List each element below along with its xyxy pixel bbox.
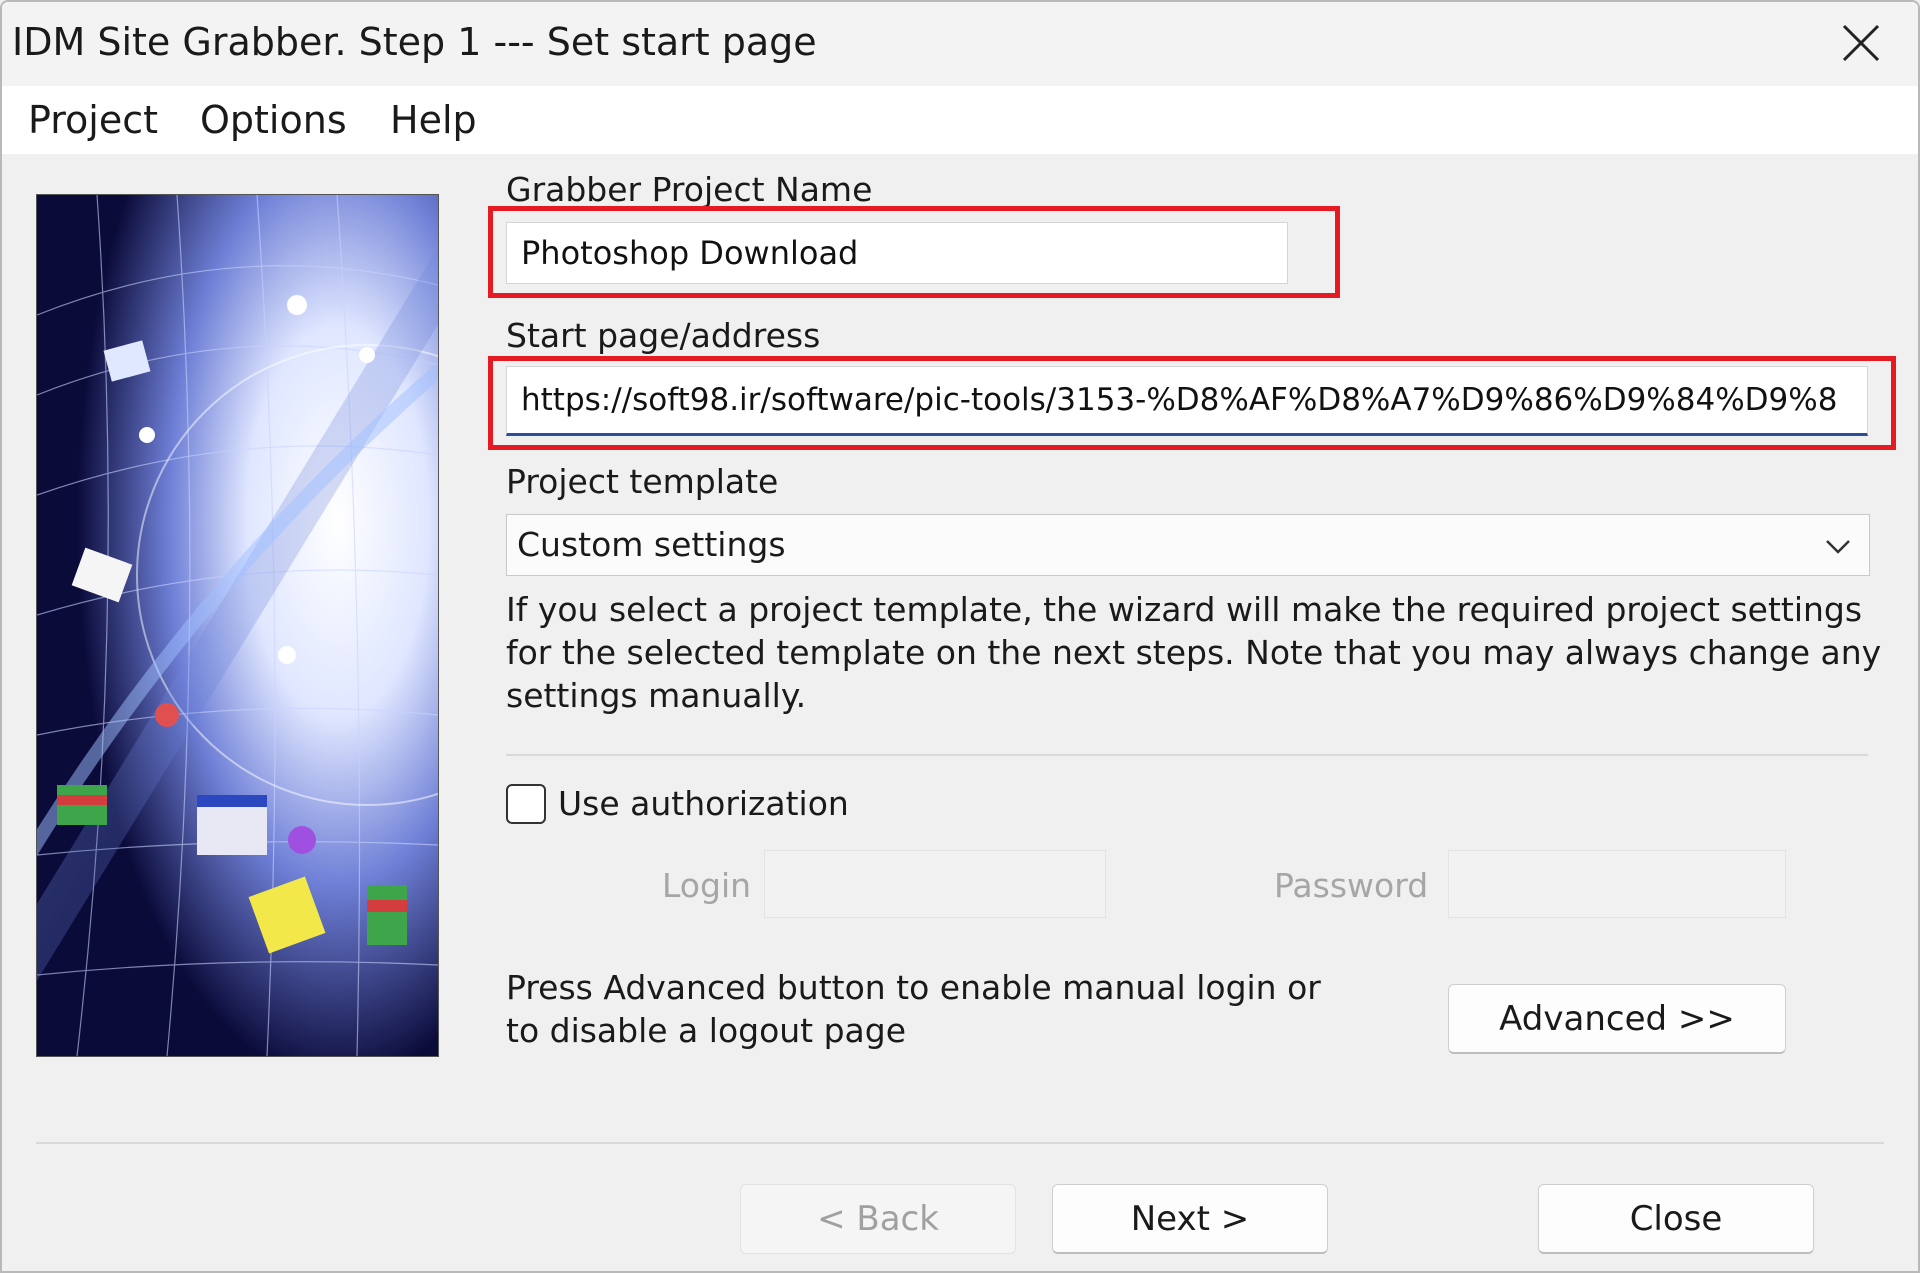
title-bar: IDM Site Grabber. Step 1 --- Set start p… (2, 2, 1918, 86)
chevron-down-icon (1826, 540, 1850, 554)
menu-help[interactable]: Help (390, 98, 477, 142)
divider-auth (506, 754, 1868, 756)
close-button[interactable]: Close (1538, 1184, 1814, 1254)
advanced-button[interactable]: Advanced >> (1448, 984, 1786, 1054)
start-page-input[interactable] (506, 366, 1868, 436)
project-template-select[interactable]: Custom settings (506, 514, 1870, 576)
template-description: If you select a project template, the wi… (506, 590, 1882, 715)
password-input[interactable] (1448, 850, 1786, 918)
project-name-input[interactable] (506, 222, 1288, 284)
menu-bar: Project Options Help (2, 86, 1918, 154)
login-label: Login (662, 866, 752, 905)
globe-web-illustration (37, 195, 438, 1056)
project-template-value: Custom settings (517, 525, 786, 564)
divider-footer (36, 1142, 1884, 1144)
menu-options[interactable]: Options (200, 98, 347, 142)
menu-project[interactable]: Project (28, 98, 158, 142)
project-name-label: Grabber Project Name (506, 170, 873, 209)
window-title: IDM Site Grabber. Step 1 --- Set start p… (12, 20, 817, 64)
close-icon[interactable] (1838, 20, 1884, 66)
back-button[interactable]: < Back (740, 1184, 1016, 1254)
start-page-label: Start page/address (506, 316, 821, 355)
advanced-note: Press Advanced button to enable manual l… (506, 968, 1321, 1050)
login-input[interactable] (764, 850, 1106, 918)
site-grabber-dialog: IDM Site Grabber. Step 1 --- Set start p… (0, 0, 1920, 1273)
password-label: Password (1274, 866, 1429, 905)
next-button[interactable]: Next > (1052, 1184, 1328, 1254)
use-authorization-label[interactable]: Use authorization (558, 784, 849, 823)
use-authorization-checkbox[interactable] (506, 784, 546, 824)
wizard-side-image (36, 194, 439, 1057)
project-template-label: Project template (506, 462, 779, 501)
